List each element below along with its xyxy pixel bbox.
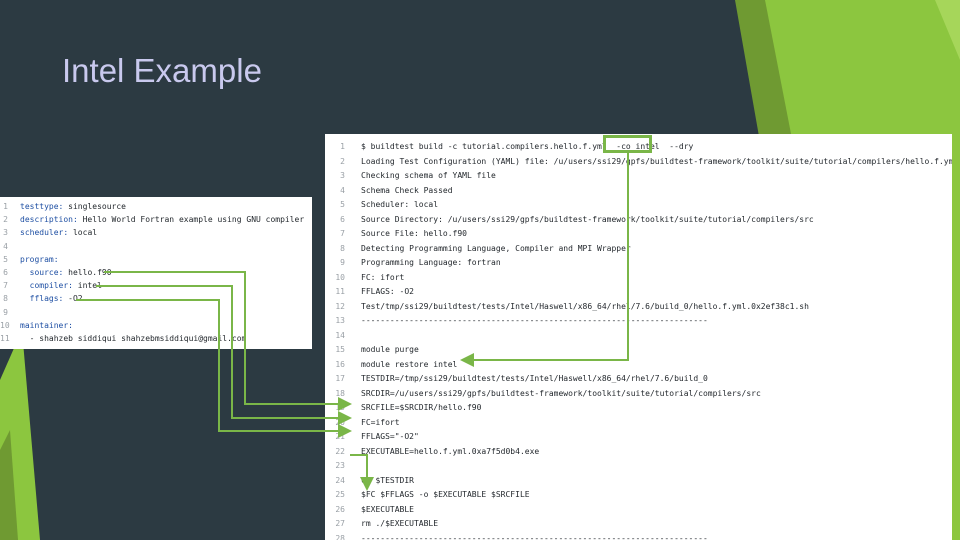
yaml-key: source: <box>20 268 64 277</box>
terminal-line-text: Detecting Programming Language, Compiler… <box>361 243 631 253</box>
line-number: 3 <box>340 171 345 180</box>
yaml-key: scheduler: <box>20 228 69 238</box>
line-number: 19 <box>335 403 345 412</box>
line-number: 1 <box>340 142 345 151</box>
terminal-line-text: TESTDIR=/tmp/ssi29/buildtest/tests/Intel… <box>361 374 708 383</box>
terminal-line-text: SRCDIR=/u/users/ssi29/gpfs/buildtest-fra… <box>361 388 761 398</box>
terminal-line-text: FC: ifort <box>361 272 405 282</box>
line-number: 4 <box>340 185 345 195</box>
line-number: 8 <box>3 294 8 304</box>
terminal-line-text: Schema Check Passed <box>361 185 453 195</box>
yaml-line-text: fflags: -O2 <box>20 292 83 306</box>
line-number: 21 <box>335 432 345 441</box>
line-number: 5 <box>3 254 8 264</box>
yaml-line-text: source: hello.f90 <box>20 266 112 280</box>
line-number: 11 <box>0 334 10 343</box>
line-number: 8 <box>340 243 345 253</box>
yaml-value: hello.f90 <box>63 268 112 277</box>
yaml-key: testtype: <box>20 202 64 211</box>
line-number: 14 <box>335 330 345 340</box>
line-number: 9 <box>3 307 8 317</box>
terminal-line-text: cd $TESTDIR <box>361 475 414 485</box>
line-number: 6 <box>340 214 345 224</box>
yaml-value: Hello World Fortran example using GNU co… <box>77 215 305 225</box>
yaml-value: intel <box>72 281 102 291</box>
yaml-config-panel: 1 testtype: singlesource 2 description: Hel… <box>0 197 312 349</box>
yaml-line-text: - shahzeb siddiqui shahzebmsiddiqui@gmai… <box>20 332 247 346</box>
line-number: 7 <box>3 281 8 291</box>
terminal-line-text: Loading Test Configuration (YAML) file: … <box>361 156 952 166</box>
terminal-line-text: $EXECUTABLE <box>361 504 414 514</box>
line-number: 12 <box>335 301 345 311</box>
line-number: 15 <box>335 345 345 354</box>
yaml-line-text: program: <box>20 253 59 267</box>
terminal-line-text: FFLAGS="-O2" <box>361 432 419 441</box>
line-number: 26 <box>335 504 345 514</box>
line-number: 16 <box>335 359 345 369</box>
line-number: 18 <box>335 388 345 398</box>
line-number: 28 <box>335 533 345 540</box>
terminal-line-text: FFLAGS: -O2 <box>361 287 414 296</box>
line-number: 13 <box>335 316 345 325</box>
yaml-key: fflags: <box>20 294 64 304</box>
slide-title: Intel Example <box>62 52 262 89</box>
terminal-line-text: Source File: hello.f90 <box>361 229 467 238</box>
yaml-value: -O2 <box>63 294 83 304</box>
terminal-line-text: $FC $FFLAGS -o $EXECUTABLE $SRCFILE <box>361 490 530 499</box>
terminal-line-text: Test/tmp/ssi29/buildtest/tests/Intel/Has… <box>361 301 809 311</box>
line-number: 22 <box>335 446 345 456</box>
line-number: 3 <box>3 228 8 238</box>
line-number: 2 <box>3 215 8 225</box>
line-number: 17 <box>335 374 345 383</box>
line-number: 25 <box>335 490 345 499</box>
line-number: 11 <box>335 287 345 296</box>
yaml-line-text: compiler: intel <box>20 279 102 293</box>
yaml-key: compiler: <box>20 281 73 291</box>
terminal-line-text: ----------------------------------------… <box>361 316 708 325</box>
yaml-value: singlesource <box>63 202 126 211</box>
line-number: 6 <box>3 268 8 277</box>
yaml-line-text: testtype: singlesource <box>20 200 126 214</box>
line-number: 4 <box>3 241 8 251</box>
terminal-output-panel: 1 $ buildtest build -c tutorial.compilers… <box>325 134 952 540</box>
line-number: 10 <box>335 272 345 282</box>
yaml-line-text: scheduler: local <box>20 226 97 240</box>
terminal-line-text: module purge <box>361 345 419 354</box>
terminal-line-text: Source Directory: /u/users/ssi29/gpfs/bu… <box>361 214 814 224</box>
line-number: 23 <box>335 461 345 470</box>
compiler-option-highlight <box>603 135 652 153</box>
terminal-line-text: module restore intel <box>361 359 458 369</box>
line-number: 9 <box>340 258 345 267</box>
terminal-line-text: rm ./$EXECUTABLE <box>361 519 439 528</box>
yaml-value: local <box>68 228 98 238</box>
yaml-key: program: <box>20 254 59 264</box>
terminal-line-text: Programming Language: fortran <box>361 258 501 267</box>
line-number: 7 <box>340 229 345 238</box>
yaml-key: maintainer: <box>20 320 73 330</box>
yaml-value: - shahzeb siddiqui shahzebmsiddiqui@gmai… <box>20 334 247 343</box>
line-number: 10 <box>0 320 10 330</box>
line-number: 20 <box>335 417 345 427</box>
line-number: 1 <box>3 202 8 211</box>
yaml-line-text: description: Hello World Fortran example… <box>20 213 304 227</box>
terminal-line-text: FC=ifort <box>361 417 400 427</box>
yaml-key: description: <box>20 215 78 225</box>
terminal-line-text: Checking schema of YAML file <box>361 171 496 180</box>
line-number: 27 <box>335 519 345 528</box>
terminal-line-text: EXECUTABLE=hello.f.yml.0xa7f5d0b4.exe <box>361 446 540 456</box>
terminal-line-text: Scheduler: local <box>361 200 439 209</box>
yaml-line-text: maintainer: <box>20 319 73 333</box>
terminal-line-text: SRCFILE=$SRCDIR/hello.f90 <box>361 403 482 412</box>
terminal-line-text: ----------------------------------------… <box>361 533 708 540</box>
line-number: 2 <box>340 156 345 166</box>
line-number: 5 <box>340 200 345 209</box>
line-number: 24 <box>335 475 345 485</box>
